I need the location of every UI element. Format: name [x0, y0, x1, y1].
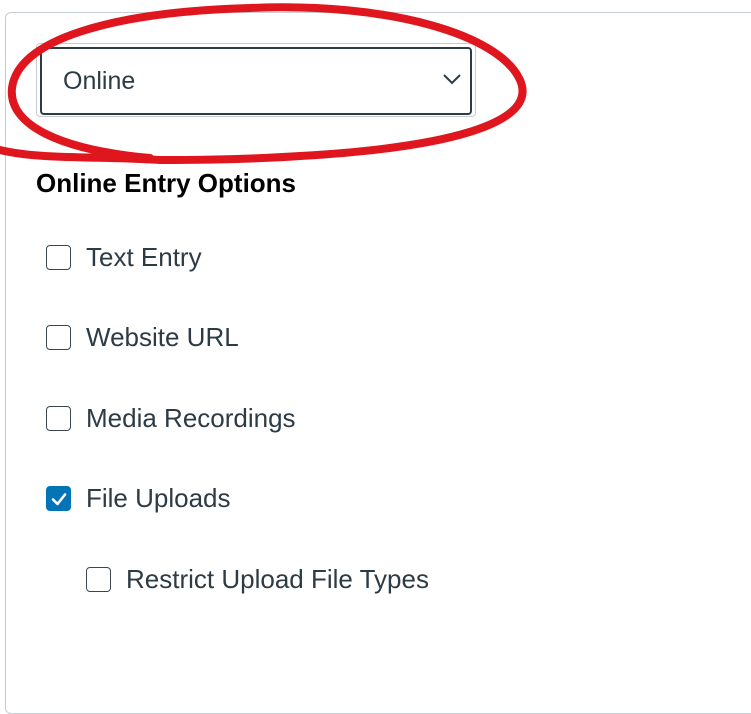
option-website-url[interactable]: Website URL — [46, 322, 239, 353]
submission-type-value: Online — [63, 67, 136, 95]
restrict-upload-file-types-checkbox[interactable] — [86, 567, 111, 592]
option-label: Website URL — [86, 322, 239, 352]
website-url-checkbox[interactable] — [46, 325, 71, 350]
option-label: File Uploads — [86, 483, 231, 513]
assignment-settings-panel — [5, 12, 751, 714]
option-label: Text Entry — [86, 242, 202, 272]
checkmark-icon — [51, 492, 66, 505]
option-label: Restrict Upload File Types — [126, 564, 429, 594]
media-recordings-checkbox[interactable] — [46, 406, 71, 431]
submission-type-select[interactable]: Online — [40, 47, 472, 115]
online-entry-options-heading: Online Entry Options — [36, 168, 297, 198]
option-restrict-upload-file-types[interactable]: Restrict Upload File Types — [86, 564, 429, 595]
file-uploads-checkbox[interactable] — [46, 486, 71, 511]
chevron-down-icon — [443, 74, 461, 85]
option-file-uploads[interactable]: File Uploads — [46, 483, 231, 514]
text-entry-checkbox[interactable] — [46, 245, 71, 270]
option-label: Media Recordings — [86, 403, 296, 433]
option-media-recordings[interactable]: Media Recordings — [46, 403, 296, 434]
option-text-entry[interactable]: Text Entry — [46, 242, 202, 273]
